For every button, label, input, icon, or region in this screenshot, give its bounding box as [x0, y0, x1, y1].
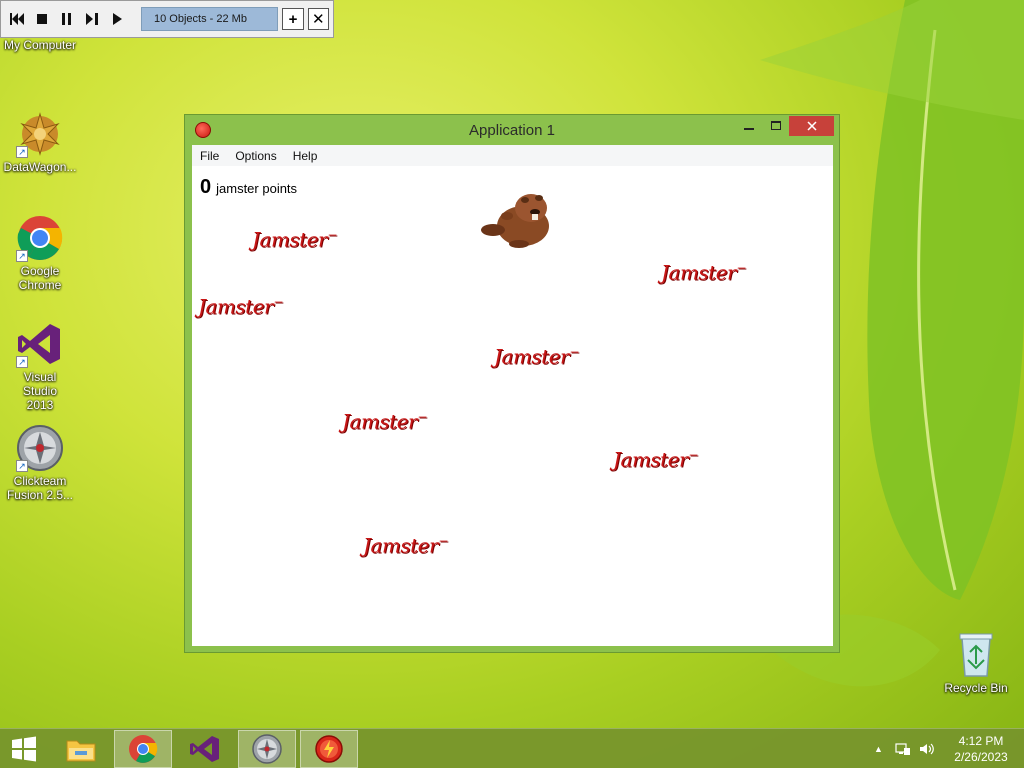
visual-studio-icon: ↗ — [16, 320, 64, 368]
taskbar-clickteam-fusion[interactable] — [238, 730, 296, 768]
maximize-button[interactable] — [763, 116, 789, 136]
menu-help[interactable]: Help — [285, 149, 326, 163]
shortcut-arrow-icon: ↗ — [16, 356, 28, 368]
menu-file[interactable]: File — [192, 149, 227, 163]
taskbar: ▲ 4:12 PM 2/26/2023 — [0, 728, 1024, 768]
jamster-token[interactable]: Jamster — [198, 294, 283, 319]
network-icon[interactable] — [895, 742, 911, 756]
visual-studio-label: Visual Studio 2013 — [22, 370, 58, 412]
clock-date: 2/26/2023 — [954, 750, 1008, 764]
visual-studio-icon — [190, 736, 219, 762]
minimize-icon — [744, 128, 754, 130]
windows-icon — [12, 736, 36, 762]
game-area[interactable]: 0 jamster points Jamster Jamster Jamster… — [192, 166, 833, 646]
jamster-token[interactable]: Jamster — [363, 533, 448, 558]
shortcut-arrow-icon: ↗ — [16, 460, 28, 472]
beaver-character[interactable] — [479, 186, 559, 250]
clock-time: 4:12 PM — [958, 734, 1004, 748]
first-frame-button[interactable] — [5, 7, 28, 31]
menu-options[interactable]: Options — [227, 149, 284, 163]
taskbar-clock[interactable]: 4:12 PM 2/26/2023 — [946, 733, 1016, 765]
maximize-icon — [771, 121, 781, 130]
clickteam-fusion-label: Clickteam Fusion 2.5... — [6, 474, 74, 502]
system-tray: ▲ — [874, 729, 935, 768]
chrome-icon — [129, 735, 158, 763]
close-icon — [806, 121, 817, 131]
stop-icon — [36, 14, 47, 24]
start-button[interactable] — [0, 729, 48, 768]
desktop-icon-my-computer[interactable]: My Computer — [0, 38, 80, 52]
clickteam-fusion-icon — [252, 734, 282, 764]
jamster-token[interactable]: Jamster — [252, 227, 337, 252]
taskbar-chrome[interactable] — [114, 730, 172, 768]
score-display: 0 jamster points — [200, 176, 297, 199]
play-button[interactable] — [106, 7, 129, 31]
object-count-status: 10 Objects - 22 Mb — [141, 7, 279, 31]
clickteam-fusion-icon: ↗ — [16, 424, 64, 472]
google-chrome-label: Google Chrome — [18, 264, 62, 292]
runtime-toolbar: 10 Objects - 22 Mb + ✕ — [0, 0, 334, 38]
shortcut-arrow-icon: ↗ — [16, 250, 28, 262]
play-icon — [113, 13, 123, 25]
desktop-icon-clickteam-fusion[interactable]: ↗ Clickteam Fusion 2.5... — [0, 424, 80, 502]
stop-button[interactable] — [30, 7, 53, 31]
datawagon-label: DataWagon... — [3, 160, 77, 174]
taskbar-file-explorer[interactable] — [52, 730, 110, 768]
speaker-icon[interactable] — [919, 742, 935, 756]
recycle-bin-label: Recycle Bin — [944, 681, 1008, 695]
close-button[interactable] — [789, 116, 834, 136]
window-titlebar[interactable]: Application 1 — [185, 115, 839, 145]
score-value: 0 — [200, 176, 212, 198]
next-frame-button[interactable] — [81, 7, 104, 31]
shortcut-arrow-icon: ↗ — [16, 146, 28, 158]
desktop-icon-recycle-bin[interactable]: Recycle Bin — [938, 630, 1014, 695]
taskbar-application-1[interactable] — [300, 730, 358, 768]
application-window: Application 1 File Options Help 0 jamste… — [184, 114, 840, 653]
close-toolbar-button[interactable]: ✕ — [307, 8, 329, 30]
desktop-icon-visual-studio[interactable]: ↗ Visual Studio 2013 — [0, 320, 80, 412]
desktop-icon-google-chrome[interactable]: ↗ Google Chrome — [0, 214, 80, 292]
recycle-bin-icon — [959, 633, 993, 677]
desktop-icon-datawagon[interactable]: ↗ DataWagon... — [0, 110, 80, 174]
pause-button[interactable] — [55, 7, 78, 31]
skip-forward-icon — [86, 13, 99, 25]
show-hidden-icons-button[interactable]: ▲ — [874, 744, 883, 754]
menu-bar: File Options Help — [192, 145, 833, 166]
jamster-token[interactable]: Jamster — [661, 260, 746, 285]
jamster-token[interactable]: Jamster — [613, 447, 698, 472]
my-computer-label: My Computer — [3, 38, 77, 52]
app-icon — [315, 735, 343, 763]
datawagon-icon: ↗ — [16, 110, 64, 158]
chrome-icon: ↗ — [16, 214, 64, 262]
jamster-token[interactable]: Jamster — [342, 409, 427, 434]
folder-icon — [66, 740, 96, 762]
score-label: jamster points — [216, 181, 298, 196]
pause-icon — [62, 13, 71, 25]
skip-back-icon — [9, 13, 24, 25]
add-button[interactable]: + — [282, 8, 304, 30]
jamster-token[interactable]: Jamster — [494, 344, 579, 369]
taskbar-visual-studio[interactable] — [176, 730, 234, 768]
minimize-button[interactable] — [736, 116, 762, 136]
